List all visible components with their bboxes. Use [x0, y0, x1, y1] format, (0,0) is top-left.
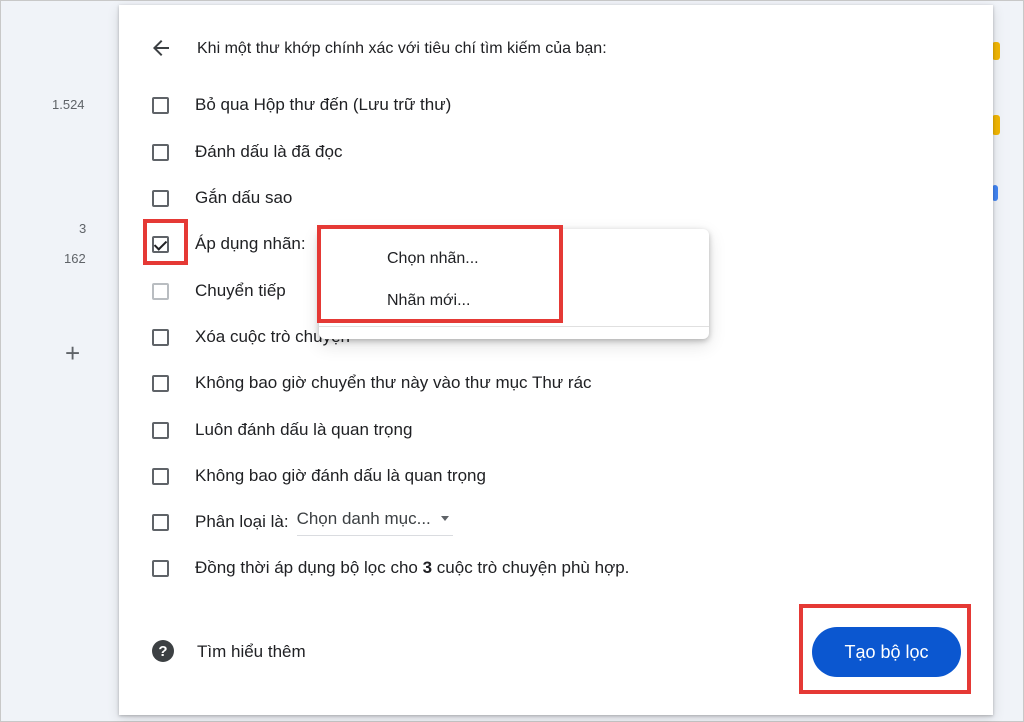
option-label-suffix: cuộc trò chuyện phù hợp.	[432, 558, 630, 577]
background-tag-icon	[992, 115, 1000, 135]
category-select-value: Chọn danh mục...	[296, 508, 431, 528]
help-icon[interactable]: ?	[152, 640, 174, 662]
checkbox[interactable]	[152, 189, 169, 207]
create-button-highlight	[799, 604, 971, 694]
checkbox[interactable]	[152, 513, 169, 531]
dialog-header: Khi một thư khớp chính xác với tiêu chí …	[197, 40, 607, 57]
checkbox[interactable]	[152, 143, 169, 161]
option-star[interactable]: Gắn dấu sao	[152, 185, 292, 211]
option-categorize[interactable]: Phân loại là: Chọn danh mục...	[152, 508, 453, 536]
back-arrow-icon[interactable]	[149, 36, 173, 60]
checkbox[interactable]	[152, 374, 169, 392]
add-label-icon[interactable]: +	[65, 340, 80, 366]
learn-more-link[interactable]: Tìm hiểu thêm	[197, 642, 306, 662]
option-label: Luôn đánh dấu là quan trọng	[195, 420, 413, 439]
option-label: Đánh dấu là đã đọc	[195, 142, 343, 161]
option-label-prefix: Đồng thời áp dụng bộ lọc cho	[195, 558, 423, 577]
checkbox[interactable]	[152, 421, 169, 439]
option-label: Phân loại là:	[195, 512, 289, 531]
checkbox[interactable]	[152, 467, 169, 485]
background-count: 3	[79, 221, 87, 236]
option-label: Bỏ qua Hộp thư đến (Lưu trữ thư)	[195, 95, 452, 114]
option-label: Đồng thời áp dụng bộ lọc cho 3 cuộc trò …	[195, 558, 629, 578]
option-always-important[interactable]: Luôn đánh dấu là quan trọng	[152, 417, 412, 443]
option-never-spam[interactable]: Không bao giờ chuyển thư này vào thư mục…	[152, 370, 592, 396]
checkbox[interactable]	[152, 559, 169, 577]
option-skip-inbox[interactable]: Bỏ qua Hộp thư đến (Lưu trữ thư)	[152, 92, 451, 118]
background-tag-icon	[992, 42, 1000, 60]
dropdown-arrow-icon	[440, 516, 449, 521]
checkbox[interactable]	[152, 282, 169, 300]
option-label: Không bao giờ đánh dấu là quan trọng	[195, 466, 486, 485]
option-apply-existing[interactable]: Đồng thời áp dụng bộ lọc cho 3 cuộc trò …	[152, 555, 629, 581]
background-count: 1.524	[52, 97, 85, 112]
menu-divider	[319, 326, 709, 327]
checkbox-highlight	[143, 219, 188, 265]
option-label: Chuyển tiếp	[195, 281, 286, 300]
option-never-important[interactable]: Không bao giờ đánh dấu là quan trọng	[152, 463, 486, 489]
option-label: Gắn dấu sao	[195, 188, 293, 207]
option-mark-read[interactable]: Đánh dấu là đã đọc	[152, 139, 342, 165]
menu-highlight	[317, 225, 563, 323]
checkbox[interactable]	[152, 96, 169, 114]
checkbox[interactable]	[152, 328, 169, 346]
option-forward[interactable]: Chuyển tiếp	[152, 278, 286, 304]
option-label: Áp dụng nhãn:	[195, 234, 306, 253]
category-select[interactable]: Chọn danh mục...	[296, 508, 453, 536]
background-count: 162	[64, 251, 86, 266]
filter-dialog: Khi một thư khớp chính xác với tiêu chí …	[119, 5, 993, 715]
option-label: Không bao giờ chuyển thư này vào thư mục…	[195, 373, 592, 392]
conversation-count: 3	[422, 558, 433, 577]
